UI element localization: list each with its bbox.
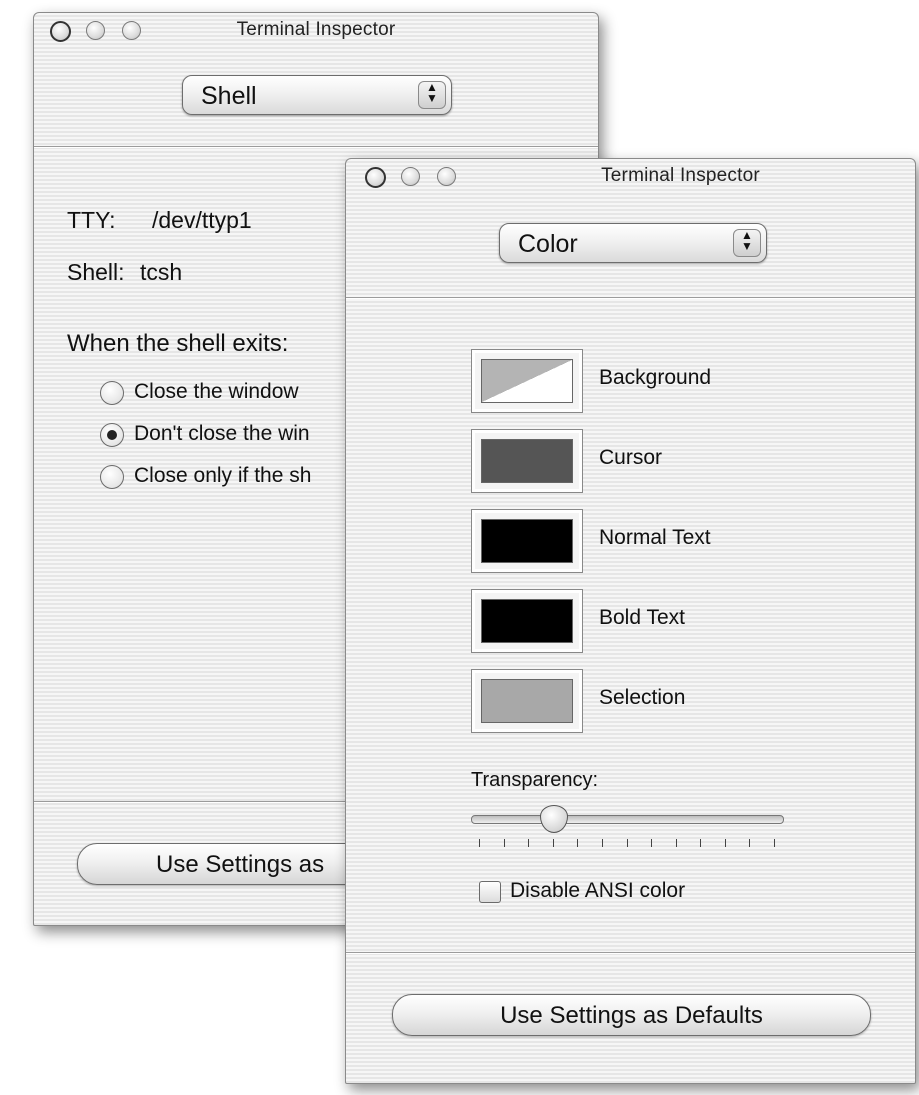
window-title: Terminal Inspector	[236, 19, 396, 40]
transparency-slider-track[interactable]	[471, 815, 784, 824]
pane-selector-popup[interactable]: Shell ▲ ▼	[182, 75, 452, 115]
disable-ansi-color-label: Disable ANSI color	[510, 879, 686, 902]
selection-label: Selection	[599, 686, 686, 709]
slider-tick	[553, 839, 554, 847]
background-color-well[interactable]	[471, 349, 583, 413]
pane-selector-popup[interactable]: Color ▲ ▼	[499, 223, 767, 263]
normal-text-color-well[interactable]	[471, 509, 583, 573]
background-label: Background	[599, 366, 712, 389]
titlebar: Terminal Inspector	[346, 159, 915, 191]
separator	[346, 297, 915, 299]
titlebar: Terminal Inspector	[34, 13, 598, 45]
cursor-color-swatch	[481, 439, 573, 483]
tty-label: TTY:	[67, 207, 116, 233]
slider-tick	[577, 839, 578, 847]
separator	[346, 952, 915, 954]
slider-tick	[602, 839, 603, 847]
slider-tick	[676, 839, 677, 847]
bold-text-color-swatch	[481, 599, 573, 643]
tty-value: /dev/ttyp1	[152, 207, 252, 233]
cursor-label: Cursor	[599, 446, 663, 469]
radio-label: Close the window	[134, 380, 299, 403]
close-window-button[interactable]	[365, 167, 386, 188]
popup-selected-label: Shell	[201, 82, 257, 110]
disable-ansi-color-checkbox[interactable]	[479, 881, 501, 903]
slider-tick	[504, 839, 505, 847]
use-settings-as-defaults-button[interactable]: Use Settings as Defaults	[392, 994, 871, 1036]
normal-text-color-swatch	[481, 519, 573, 563]
radio-dont-close-window[interactable]	[100, 423, 124, 447]
radio-close-window[interactable]	[100, 381, 124, 405]
button-label: Use Settings as Defaults	[500, 1002, 763, 1029]
transparency-label: Transparency:	[471, 769, 599, 791]
slider-tick	[725, 839, 726, 847]
bold-text-color-well[interactable]	[471, 589, 583, 653]
separator	[34, 146, 598, 148]
slider-tick	[651, 839, 652, 847]
shell-exit-heading: When the shell exits:	[67, 330, 289, 357]
slider-tick	[528, 839, 529, 847]
bold-text-label: Bold Text	[599, 606, 685, 629]
terminal-inspector-color-window: Terminal Inspector Color ▲ ▼ Background C…	[345, 158, 916, 1084]
up-down-arrows-icon: ▲ ▼	[733, 229, 761, 257]
popup-selected-label: Color	[518, 230, 578, 258]
slider-tick	[479, 839, 480, 847]
radio-close-if-clean[interactable]	[100, 465, 124, 489]
minimize-window-button[interactable]	[401, 167, 420, 186]
background-color-swatch	[481, 359, 573, 403]
normal-text-label: Normal Text	[599, 526, 711, 549]
shell-value: tcsh	[140, 259, 183, 285]
slider-tick	[749, 839, 750, 847]
up-down-arrows-icon: ▲ ▼	[418, 81, 446, 109]
cursor-color-well[interactable]	[471, 429, 583, 493]
selection-color-swatch	[481, 679, 573, 723]
slider-tick	[774, 839, 775, 847]
slider-tick	[627, 839, 628, 847]
radio-label: Don't close the win	[134, 422, 310, 445]
slider-tick	[700, 839, 701, 847]
transparency-slider-thumb[interactable]	[540, 805, 568, 833]
window-title: Terminal Inspector	[601, 165, 760, 186]
selection-color-well[interactable]	[471, 669, 583, 733]
shell-label: Shell:	[67, 259, 125, 285]
radio-label: Close only if the sh	[134, 464, 312, 487]
